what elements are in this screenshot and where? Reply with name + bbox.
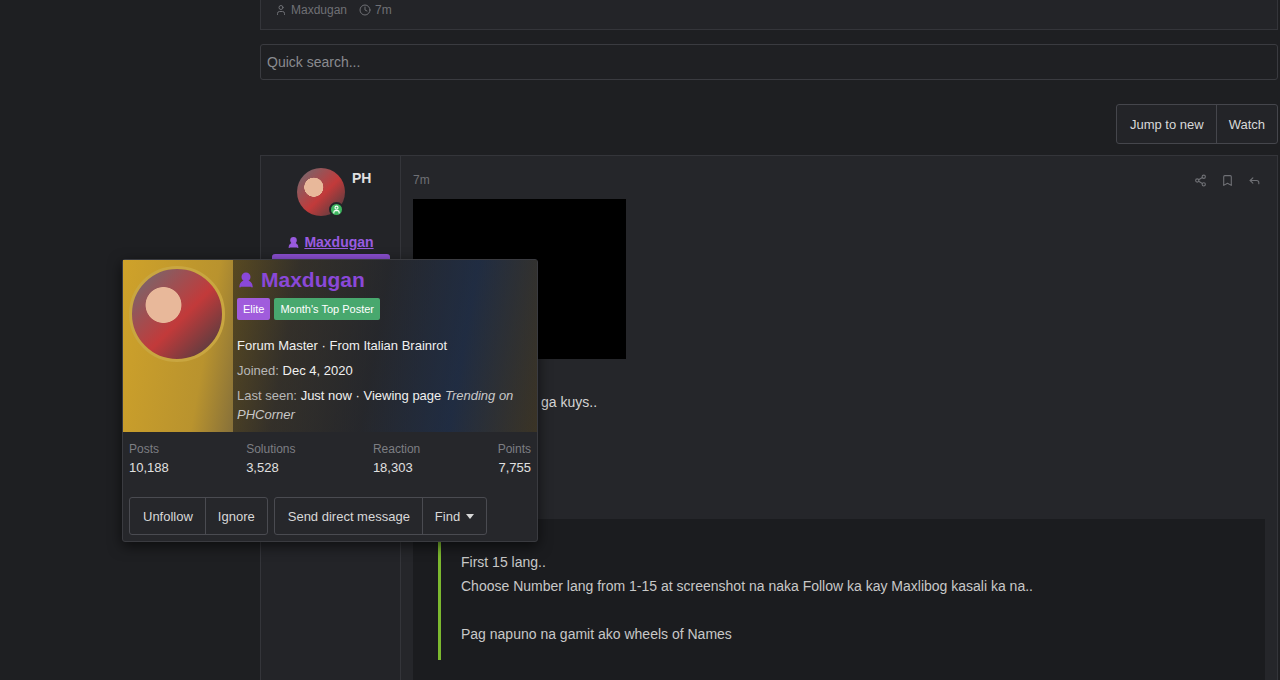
- quote-line: First 15 lang..: [461, 550, 1265, 574]
- thread-meta: Maxdugan 7m: [260, 0, 1278, 30]
- quote-line: Choose Number lang from 1-15 at screensh…: [461, 574, 1265, 598]
- profile-name[interactable]: Maxdugan: [237, 268, 531, 292]
- avatar-row: PH: [261, 168, 400, 216]
- quote-block: First 15 lang..Choose Number lang from 1…: [413, 519, 1265, 680]
- user-avatar[interactable]: [297, 168, 345, 216]
- thread-actions: Jump to newWatch: [260, 104, 1278, 144]
- online-icon: [329, 202, 344, 217]
- profile-info: Maxdugan EliteMonth's Top Poster Forum Mas…: [237, 266, 531, 424]
- thread-time: 7m: [359, 3, 392, 17]
- post-tools: [1194, 174, 1265, 187]
- bookmark-icon[interactable]: [1221, 174, 1234, 187]
- thread-author[interactable]: Maxdugan: [275, 3, 347, 17]
- profile-button[interactable]: Ignore: [205, 498, 267, 534]
- clock-icon: [359, 4, 371, 16]
- quote-paragraph: Pag napuno na gamit ako wheels of Names: [461, 622, 1265, 646]
- user-icon: [275, 4, 287, 16]
- profile-avatar[interactable]: [129, 266, 225, 362]
- thread-button[interactable]: Watch: [1216, 105, 1277, 143]
- badges: EliteMonth's Top Poster: [237, 298, 531, 320]
- country-tag: PH: [352, 170, 371, 186]
- thread-button-group: Jump to newWatch: [1116, 104, 1278, 144]
- user-icon: [237, 271, 255, 289]
- quote-paragraph: First 15 lang..Choose Number lang from 1…: [461, 550, 1265, 598]
- profile-header: Maxdugan EliteMonth's Top Poster Forum Mas…: [123, 260, 537, 432]
- profile-button[interactable]: Send direct message: [275, 498, 422, 534]
- quote-line: Pag napuno na gamit ako wheels of Names: [461, 622, 1265, 646]
- profile-button-group: Send direct messageFind: [274, 497, 487, 535]
- profile-card: Maxdugan EliteMonth's Top Poster Forum Mas…: [122, 259, 538, 542]
- profile-actions: UnfollowIgnoreSend direct messageFind: [123, 475, 537, 541]
- post-header: 7m: [413, 170, 1265, 190]
- joined: Joined: Dec 4, 2020: [237, 361, 531, 380]
- thread-button[interactable]: Jump to new: [1117, 105, 1216, 143]
- badge: Elite: [237, 298, 270, 320]
- reply-icon[interactable]: [1248, 174, 1261, 187]
- forum-page: Maxdugan 7m Jump to newWatch PH Maxdugan 7m ga…: [0, 0, 1280, 680]
- post-body: ga kuys..: [541, 394, 1265, 412]
- stat: Solutions3,528: [246, 442, 295, 475]
- user-icon: [287, 236, 300, 249]
- share-icon[interactable]: [1194, 174, 1207, 187]
- profile-stats: Posts10,188 Solutions3,528 Reaction18,303 P…: [123, 432, 537, 475]
- profile-title: Forum Master · From Italian Brainrot: [237, 336, 531, 355]
- quick-search[interactable]: [260, 44, 1278, 80]
- profile-button[interactable]: Unfollow: [130, 498, 205, 534]
- quote-text: First 15 lang..Choose Number lang from 1…: [438, 533, 1265, 660]
- post-username[interactable]: Maxdugan: [287, 234, 373, 250]
- last-seen: Last seen: Just now · Viewing page Trend…: [237, 386, 531, 424]
- post-time: 7m: [413, 173, 430, 187]
- stat: Points7,755: [498, 442, 531, 475]
- profile-button-group: UnfollowIgnore: [129, 497, 268, 535]
- profile-button[interactable]: Find: [422, 498, 486, 534]
- caret-icon: [466, 514, 474, 519]
- badge: Month's Top Poster: [274, 298, 380, 320]
- stat: Reaction18,303: [373, 442, 420, 475]
- stat: Posts10,188: [129, 442, 169, 475]
